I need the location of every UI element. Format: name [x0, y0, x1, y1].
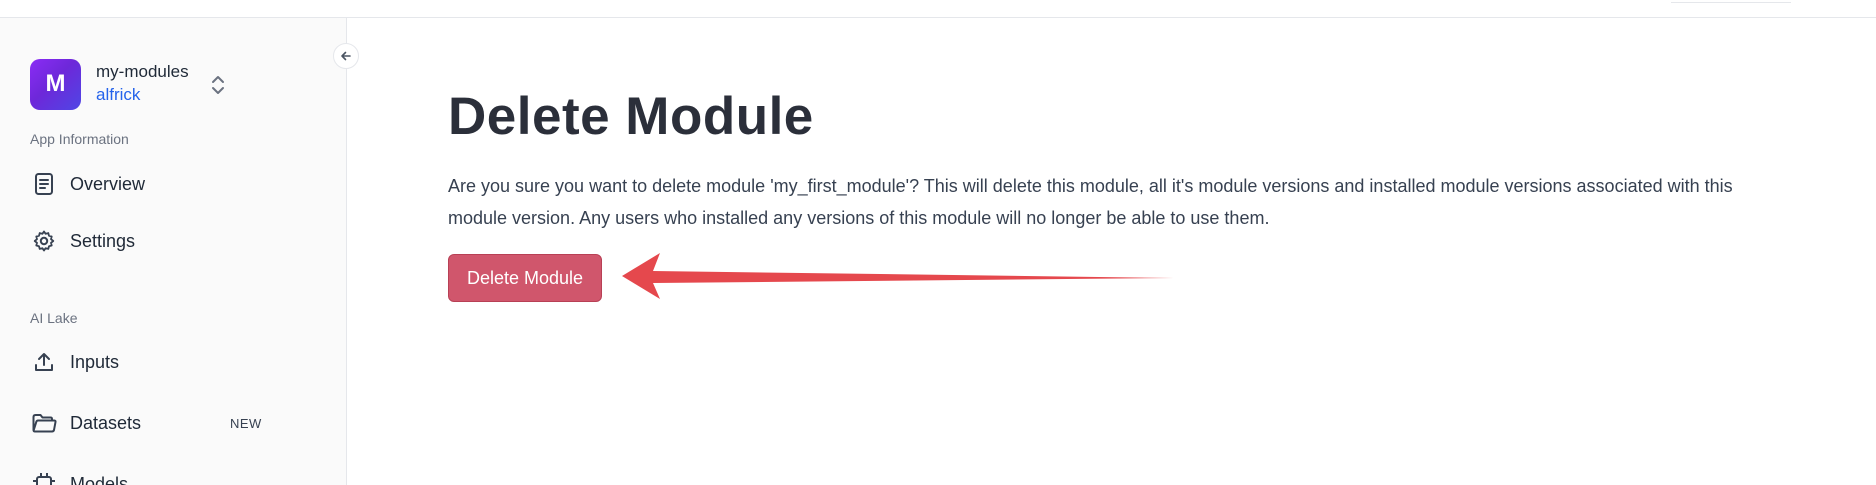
new-badge: NEW: [230, 415, 262, 431]
arrow-left-icon: [341, 51, 351, 61]
sidebar-item-label: Models: [70, 473, 129, 485]
app-name: my-modules: [96, 62, 189, 81]
app-avatar: M: [30, 58, 81, 110]
sidebar: M my-modules alfrick App Information Ove…: [0, 18, 347, 485]
page-title: Delete Module: [448, 87, 814, 146]
delete-module-button[interactable]: Delete Module: [448, 254, 602, 302]
app-switcher-texts: my-modules alfrick: [96, 61, 189, 107]
sidebar-item-settings[interactable]: Settings: [30, 223, 310, 259]
sidebar-item-overview[interactable]: Overview: [30, 166, 310, 202]
top-bar: [0, 0, 1876, 18]
section-label-ai-lake: AI Lake: [30, 310, 78, 326]
sidebar-item-models[interactable]: Models: [30, 466, 310, 485]
chip-icon: [30, 470, 58, 485]
upload-icon: [30, 348, 58, 376]
gear-icon: [30, 227, 58, 255]
top-bar-control[interactable]: [1671, 0, 1791, 3]
section-label-app-information: App Information: [30, 131, 129, 147]
sidebar-item-inputs[interactable]: Inputs: [30, 344, 310, 380]
app-switcher[interactable]: M my-modules alfrick: [30, 58, 240, 110]
document-icon: [30, 170, 58, 198]
sidebar-item-datasets[interactable]: Datasets NEW: [30, 405, 310, 441]
app-user-link[interactable]: alfrick: [96, 83, 189, 107]
collapse-sidebar-button[interactable]: [333, 43, 359, 69]
sidebar-item-label: Settings: [70, 230, 136, 251]
annotation-arrow-icon: [622, 253, 1174, 299]
sidebar-item-label: Inputs: [70, 351, 120, 372]
sidebar-item-label: Overview: [70, 173, 146, 194]
folder-icon: [30, 409, 58, 437]
sidebar-item-label: Datasets: [70, 412, 142, 433]
chevron-up-down-icon: [212, 76, 224, 94]
delete-confirmation-text: Are you sure you want to delete module '…: [448, 176, 1733, 228]
